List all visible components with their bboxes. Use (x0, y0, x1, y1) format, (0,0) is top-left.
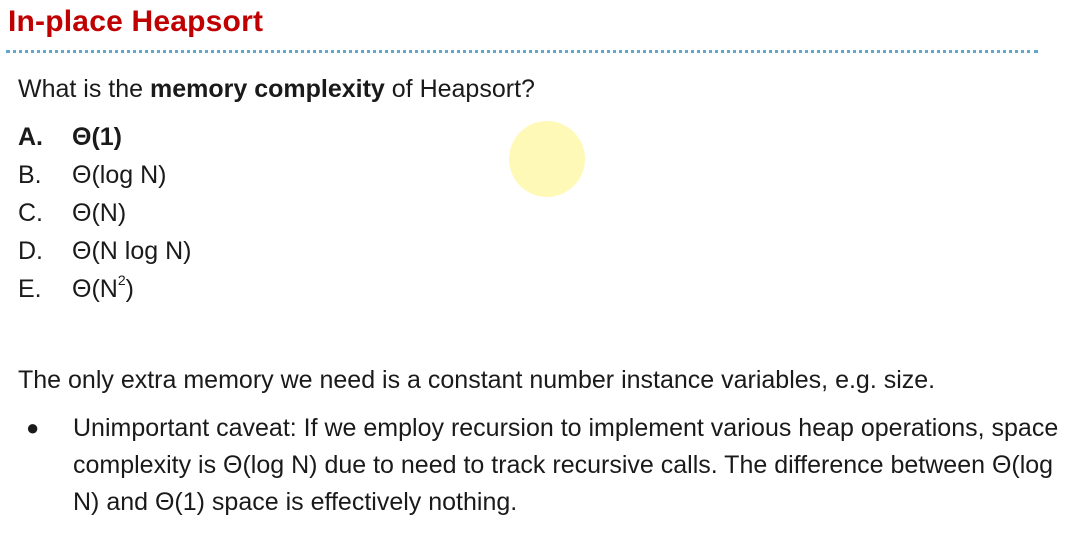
explanation-text: The only extra memory we need is a const… (18, 366, 936, 394)
option-a: A. Θ(1) (18, 118, 191, 156)
option-text: Θ(log N) (72, 161, 167, 189)
option-d: D. Θ(N log N) (18, 232, 191, 270)
option-text: Θ(N2) (72, 270, 134, 308)
option-text-superscript: 2 (117, 271, 126, 288)
option-letter: D. (18, 237, 43, 265)
bullet-marker: ● (26, 415, 40, 440)
option-letter: C. (18, 199, 43, 227)
option-b: B. Θ(log N) (18, 156, 191, 194)
option-text-end: ) (125, 275, 134, 303)
option-letter: A. (18, 123, 43, 151)
question-text: What is the memory complexity of Heapsor… (18, 72, 535, 106)
slide-title: In-place Heapsort (8, 5, 264, 38)
question-prefix: What is the (18, 75, 150, 103)
option-text: Θ(N) (72, 199, 127, 227)
answer-options: A. Θ(1) B. Θ(log N) C. Θ(N) D. Θ(N log N… (18, 118, 191, 308)
option-c: C. Θ(N) (18, 194, 191, 232)
bullet-item: ● Unimportant caveat: If we employ recur… (18, 410, 1068, 521)
option-letter: E. (18, 275, 42, 303)
bullet-text: Unimportant caveat: If we employ recursi… (73, 414, 1059, 516)
option-e: E. Θ(N2) (18, 270, 191, 308)
option-text: Θ(N log N) (72, 237, 192, 265)
option-letter: B. (18, 161, 42, 189)
option-text: Θ(1) (72, 123, 122, 151)
question-emphasis: memory complexity (150, 75, 385, 103)
title-divider (6, 50, 1038, 53)
option-text-base: Θ(N (72, 275, 118, 303)
question-suffix: of Heapsort? (384, 75, 535, 103)
laser-pointer-highlight (509, 121, 585, 197)
